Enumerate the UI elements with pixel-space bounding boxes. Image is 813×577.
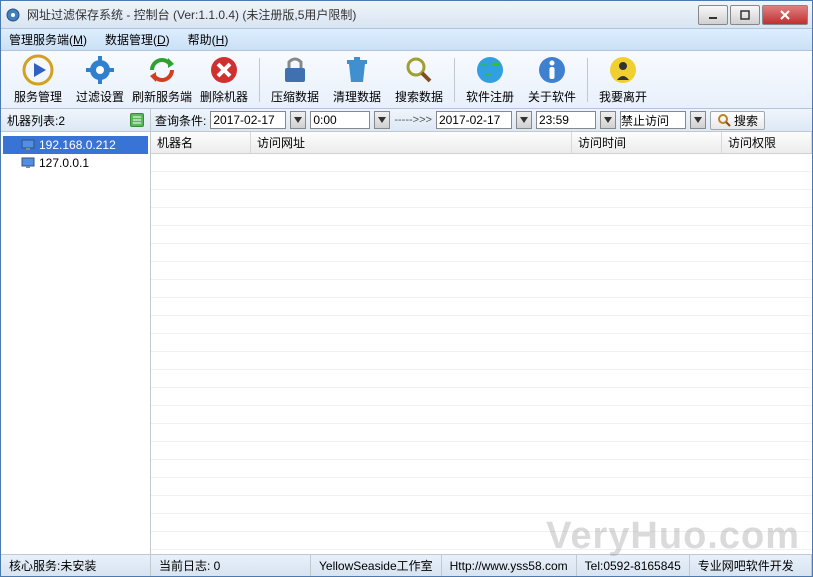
list-icon[interactable] [130, 113, 144, 127]
sidebar-header: 机器列表:2 [1, 109, 150, 132]
clean-data-button[interactable]: 清理数据 [326, 54, 388, 106]
compress-data-button[interactable]: 压缩数据 [264, 54, 326, 106]
table-row [151, 190, 812, 208]
table-row [151, 226, 812, 244]
status-url: Http://www.yss58.com [442, 555, 577, 576]
service-mgmt-button[interactable]: 服务管理 [7, 54, 69, 106]
time-to-dropdown[interactable] [600, 111, 616, 129]
tree-item[interactable]: 192.168.0.212 [3, 136, 148, 154]
table-row [151, 514, 812, 532]
status-studio: YellowSeaside工作室 [311, 555, 442, 576]
main-panel: 查询条件: ----->>> 搜索 机器名 [151, 109, 812, 554]
refresh-icon [146, 54, 178, 86]
maximize-button[interactable] [730, 5, 760, 25]
toolbar: 服务管理 过滤设置 刷新服务端 删除机器 压缩数据 清理数据 搜索数据 [1, 51, 812, 109]
about-button[interactable]: 关于软件 [521, 54, 583, 106]
tree-item-label: 192.168.0.212 [39, 138, 116, 152]
table-row [151, 154, 812, 172]
menubar: 管理服务端(M) 数据管理(D) 帮助(H) [1, 29, 812, 51]
delete-icon [208, 54, 240, 86]
table-row [151, 496, 812, 514]
sidebar: 机器列表:2 192.168.0.212 127.0.0.1 [1, 109, 151, 554]
arrow-separator: ----->>> [394, 114, 432, 126]
date-to-input[interactable] [436, 111, 512, 129]
machine-tree: 192.168.0.212 127.0.0.1 [1, 132, 150, 176]
exit-icon [607, 54, 639, 86]
date-from-dropdown[interactable] [290, 111, 306, 129]
machine-list-label: 机器列表:2 [7, 112, 65, 129]
menu-manage-server[interactable]: 管理服务端(M) [9, 31, 87, 48]
globe-icon [474, 54, 506, 86]
minimize-button[interactable] [698, 5, 728, 25]
table-row [151, 424, 812, 442]
gear-icon [84, 54, 116, 86]
status-tagline: 专业网吧软件开发 [690, 555, 812, 576]
table-row [151, 262, 812, 280]
tree-item[interactable]: 127.0.0.1 [3, 154, 148, 172]
table-row [151, 406, 812, 424]
status-tel: Tel:0592-8165845 [577, 555, 690, 576]
column-access[interactable]: 访问权限 [722, 132, 812, 153]
date-from-input[interactable] [210, 111, 286, 129]
separator [587, 58, 588, 102]
software-reg-button[interactable]: 软件注册 [459, 54, 521, 106]
table-row [151, 352, 812, 370]
table-row [151, 316, 812, 334]
play-icon [22, 54, 54, 86]
table-row [151, 172, 812, 190]
date-to-dropdown[interactable] [516, 111, 532, 129]
search-data-button[interactable]: 搜索数据 [388, 54, 450, 106]
time-from-input[interactable] [310, 111, 370, 129]
table-row [151, 208, 812, 226]
table-row [151, 244, 812, 262]
filter-bar: 查询条件: ----->>> 搜索 [151, 109, 812, 132]
table-header: 机器名 访问网址 访问时间 访问权限 [151, 132, 812, 154]
delete-machine-button[interactable]: 删除机器 [193, 54, 255, 106]
refresh-server-button[interactable]: 刷新服务端 [131, 54, 193, 106]
search-button[interactable]: 搜索 [710, 111, 765, 130]
table-row [151, 478, 812, 496]
access-dropdown[interactable] [690, 111, 706, 129]
table-row [151, 370, 812, 388]
statusbar: 核心服务:未安装 当前日志: 0 YellowSeaside工作室 Http:/… [1, 554, 812, 576]
column-machine-name[interactable]: 机器名 [151, 132, 251, 153]
table-body [151, 154, 812, 550]
search-icon [717, 113, 731, 127]
titlebar: 网址过滤保存系统 - 控制台 (Ver:1.1.0.4) (未注册版,5用户限制… [1, 1, 812, 29]
filter-settings-button[interactable]: 过滤设置 [69, 54, 131, 106]
column-visit-time[interactable]: 访问时间 [572, 132, 722, 153]
menu-data-manage[interactable]: 数据管理(D) [105, 31, 170, 48]
close-button[interactable] [762, 5, 808, 25]
table-row [151, 280, 812, 298]
info-icon [536, 54, 568, 86]
menu-help[interactable]: 帮助(H) [188, 31, 229, 48]
table-row [151, 388, 812, 406]
window-title: 网址过滤保存系统 - 控制台 (Ver:1.1.0.4) (未注册版,5用户限制… [27, 6, 696, 23]
compress-icon [279, 54, 311, 86]
table-row [151, 460, 812, 478]
app-icon [5, 7, 21, 23]
exit-button[interactable]: 我要离开 [592, 54, 654, 106]
table-row [151, 532, 812, 550]
separator [454, 58, 455, 102]
separator [259, 58, 260, 102]
search-button-label: 搜索 [734, 112, 758, 129]
status-core-service: 核心服务:未安装 [1, 555, 151, 576]
trash-icon [341, 54, 373, 86]
access-select[interactable] [620, 111, 686, 129]
table-row [151, 442, 812, 460]
status-log: 当前日志: 0 [151, 555, 311, 576]
column-url[interactable]: 访问网址 [251, 132, 572, 153]
time-from-dropdown[interactable] [374, 111, 390, 129]
table-row [151, 334, 812, 352]
time-to-input[interactable] [536, 111, 596, 129]
computer-icon [21, 157, 35, 169]
computer-icon [21, 139, 35, 151]
table-row [151, 298, 812, 316]
query-label: 查询条件: [155, 112, 206, 129]
tree-item-label: 127.0.0.1 [39, 156, 89, 170]
results-table: 机器名 访问网址 访问时间 访问权限 [151, 132, 812, 554]
search-icon [403, 54, 435, 86]
